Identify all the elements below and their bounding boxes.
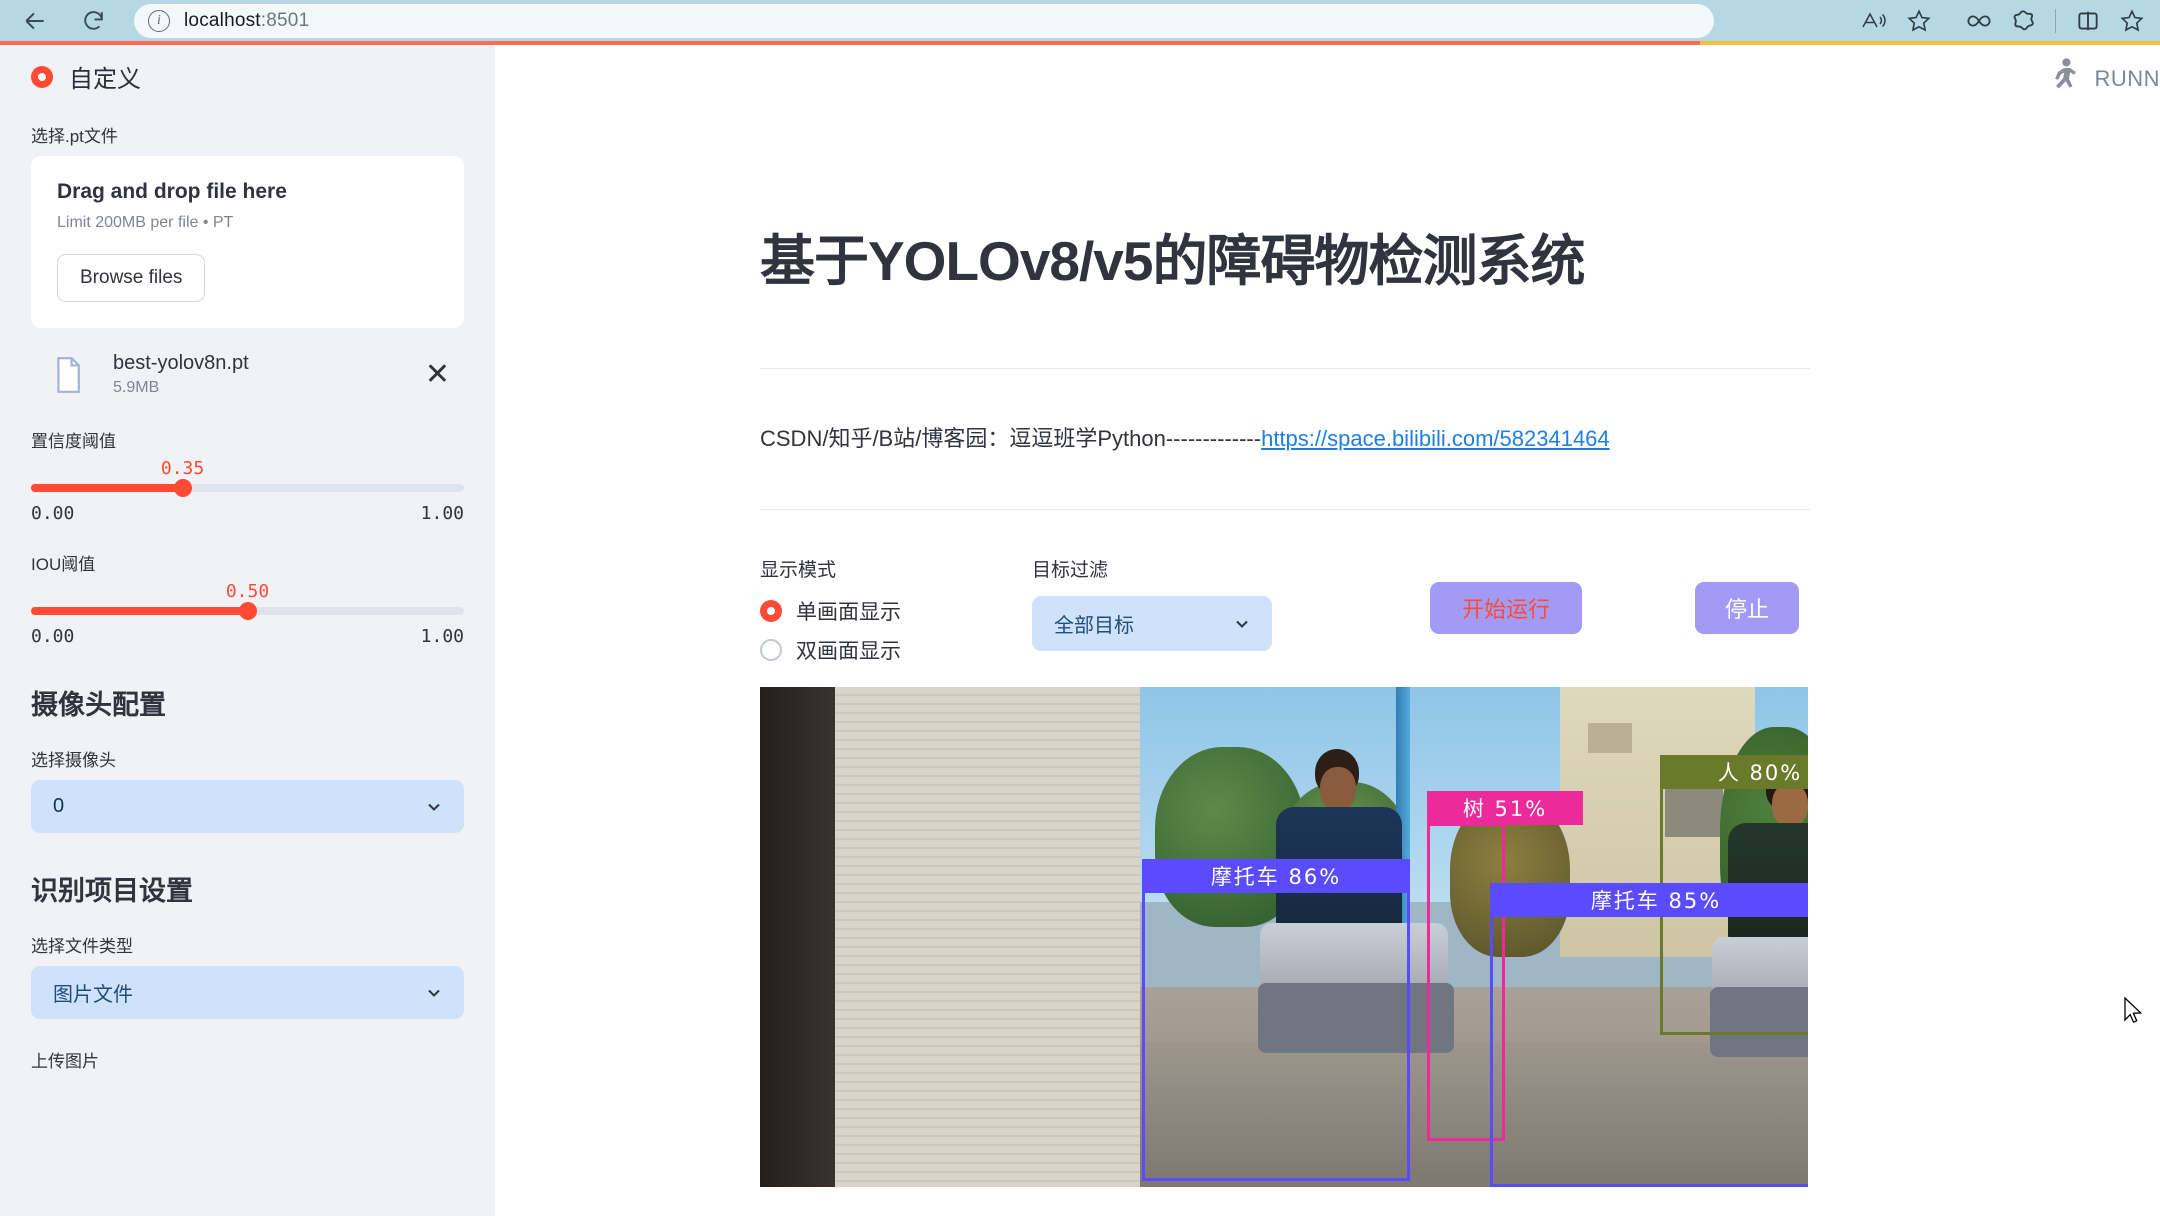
reload-icon[interactable]: [70, 4, 116, 38]
camera-select[interactable]: 0: [31, 780, 464, 833]
confidence-slider-min: 0.00: [31, 503, 75, 524]
chevron-down-icon[interactable]: [424, 797, 444, 817]
confidence-slider-value: 0.35: [160, 458, 205, 479]
file-icon: [53, 356, 83, 393]
confidence-slider-label: 置信度阈值: [31, 432, 116, 451]
camera-select-value: 0: [53, 795, 65, 817]
target-filter-select[interactable]: 全部目标: [1032, 596, 1272, 652]
detection-label: 摩托车 85%: [1490, 883, 1808, 918]
status-text: RUNN: [2094, 65, 2160, 91]
mouse-cursor: [2124, 996, 2144, 1025]
collections-star-icon[interactable]: [2110, 4, 2154, 38]
target-filter-value: 全部目标: [1054, 615, 1134, 638]
confidence-slider-block: 置信度阈值 0.35 0.00 1.00: [31, 427, 464, 524]
confidence-slider-track[interactable]: [31, 479, 464, 497]
toolbar-divider: [2055, 8, 2056, 33]
dropzone-limit: Limit 200MB per file • PT: [57, 214, 234, 231]
credit-divider: [760, 509, 1810, 511]
display-mode-group: 显示模式 单画面显示 双画面显示: [760, 555, 1020, 674]
sidebar-header: 自定义: [31, 59, 464, 94]
file-dropzone[interactable]: Drag and drop file here Limit 200MB per …: [31, 156, 464, 328]
iou-slider-label: IOU阈值: [31, 555, 96, 574]
info-icon[interactable]: i: [148, 9, 170, 32]
camera-section-heading: 摄像头配置: [31, 690, 166, 720]
credit-prefix: CSDN/知乎/B站/博客园：逗逗班学Python-------------: [760, 426, 1262, 452]
sidebar-header-label: 自定义: [69, 66, 141, 93]
model-file-label: 选择.pt文件: [31, 127, 118, 146]
uploaded-file-name: best-yolov8n.pt: [113, 352, 249, 374]
iou-slider-knob[interactable]: [238, 602, 257, 620]
sidebar: 自定义 选择.pt文件 Drag and drop file here Limi…: [0, 45, 495, 1216]
project-section-heading: 识别项目设置: [31, 876, 193, 906]
detection-box: [1142, 889, 1410, 1182]
copilot-icon[interactable]: [2001, 4, 2045, 38]
detection-box: [1490, 912, 1808, 1188]
uploaded-file-row: best-yolov8n.pt 5.9MB ✕: [31, 348, 464, 401]
title-divider: [760, 368, 1810, 370]
infinity-icon[interactable]: [1957, 4, 2001, 38]
camera-select-label: 选择摄像头: [31, 751, 116, 770]
radio-single-view[interactable]: 单画面显示: [760, 596, 1020, 626]
filetype-select-value: 图片文件: [53, 984, 133, 1006]
display-mode-label: 显示模式: [760, 560, 837, 582]
controls-row: 显示模式 单画面显示 双画面显示 目标过滤 全部目标 开始运行 停止: [760, 555, 1810, 665]
start-button[interactable]: 开始运行: [1430, 582, 1582, 635]
browse-files-button[interactable]: Browse files: [57, 254, 206, 302]
close-icon[interactable]: ✕: [425, 359, 458, 390]
detection-label: 人 80%: [1660, 755, 1808, 790]
back-arrow-icon[interactable]: [12, 4, 58, 38]
split-screen-icon[interactable]: [2066, 4, 2110, 38]
main-content: RUNN 基于YOLOv8/v5的障碍物检测系统 CSDN/知乎/B站/博客园：…: [495, 45, 2160, 1216]
running-person-icon: [2046, 57, 2080, 100]
confidence-slider-fill: [31, 484, 183, 492]
radio-dual-view-label: 双画面显示: [796, 640, 901, 664]
radio-selected-icon[interactable]: [760, 600, 782, 623]
bilibili-link[interactable]: https://space.bilibili.com/582341464: [1261, 426, 1610, 451]
status-badge: RUNN: [2046, 57, 2160, 100]
credit-line: CSDN/知乎/B站/博客园：逗逗班学Python-------------ht…: [760, 421, 1810, 453]
iou-slider-value: 0.50: [225, 581, 270, 602]
radio-single-view-label: 单画面显示: [796, 601, 901, 625]
chevron-down-icon[interactable]: [424, 983, 444, 1003]
target-filter-label: 目标过滤: [1032, 560, 1109, 582]
url-text: localhost:8501: [184, 9, 310, 31]
iou-slider-track[interactable]: [31, 602, 464, 620]
radio-selected-icon[interactable]: [31, 65, 53, 88]
filetype-select-label: 选择文件类型: [31, 937, 133, 956]
detection-label: 树 51%: [1427, 791, 1583, 826]
radio-unselected-icon[interactable]: [760, 639, 782, 662]
browser-toolbar: i localhost:8501: [0, 0, 2160, 41]
iou-slider-fill: [31, 607, 248, 615]
confidence-slider-knob[interactable]: [173, 479, 192, 497]
confidence-slider-max: 1.00: [420, 503, 464, 524]
chevron-down-icon[interactable]: [1232, 614, 1252, 634]
target-filter-group: 目标过滤 全部目标: [1032, 555, 1272, 652]
star-icon[interactable]: [1897, 4, 1941, 38]
dropzone-title: Drag and drop file here: [57, 180, 287, 203]
detection-label: 摩托车 86%: [1142, 859, 1410, 894]
uploaded-file-size: 5.9MB: [113, 379, 160, 396]
filetype-select[interactable]: 图片文件: [31, 966, 464, 1019]
iou-slider-block: IOU阈值 0.50 0.00 1.00: [31, 550, 464, 647]
iou-slider-min: 0.00: [31, 626, 75, 647]
detection-image: 摩托车 86% 树 51% 人 80% 摩托车 85%: [760, 687, 1808, 1188]
radio-dual-view[interactable]: 双画面显示: [760, 635, 1020, 665]
page-title: 基于YOLOv8/v5的障碍物检测系统: [760, 230, 1585, 292]
iou-slider-max: 1.00: [420, 626, 464, 647]
read-aloud-icon[interactable]: [1853, 4, 1897, 38]
stop-button[interactable]: 停止: [1695, 582, 1799, 635]
upload-image-label: 上传图片: [31, 1052, 99, 1071]
address-bar[interactable]: i localhost:8501: [134, 3, 1714, 38]
